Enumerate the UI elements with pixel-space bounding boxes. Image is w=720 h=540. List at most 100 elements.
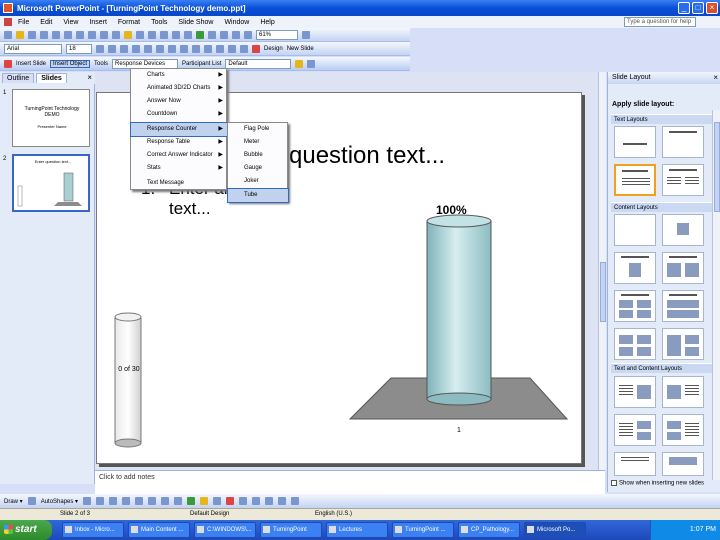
- layout-text-two-content[interactable]: [614, 414, 656, 446]
- taskbar-item-powerpoint[interactable]: Microsoft Po...: [524, 522, 586, 538]
- vertical-scrollbar[interactable]: [598, 72, 606, 470]
- redo-icon[interactable]: [160, 30, 168, 39]
- menu-slide-show[interactable]: Slide Show: [178, 19, 213, 26]
- layout-content-over-text[interactable]: [662, 452, 704, 476]
- tab-outline[interactable]: Outline: [2, 73, 35, 83]
- center-icon[interactable]: [156, 44, 164, 53]
- dash-style-icon[interactable]: [252, 497, 261, 505]
- layout-content-text[interactable]: [662, 376, 704, 408]
- chart-icon[interactable]: [196, 30, 204, 39]
- layout-two-column-text[interactable]: [662, 164, 704, 196]
- clipart-icon[interactable]: [174, 497, 183, 505]
- picture-icon[interactable]: [187, 497, 196, 505]
- print-preview-icon[interactable]: [64, 30, 72, 39]
- submenu-item-tube[interactable]: Tube: [227, 188, 289, 203]
- font-color-icon[interactable]: [226, 497, 235, 505]
- close-button[interactable]: ×: [706, 2, 718, 14]
- line-icon[interactable]: [83, 497, 92, 505]
- layout-content-mixed[interactable]: [662, 328, 704, 360]
- expand-icon[interactable]: [208, 30, 216, 39]
- menu-format[interactable]: Format: [118, 19, 140, 26]
- cut-icon[interactable]: [100, 30, 108, 39]
- document-icon[interactable]: [4, 18, 12, 26]
- menu-item-response-counter[interactable]: Response Counter ▶: [130, 122, 228, 137]
- layout-title-only[interactable]: [662, 126, 704, 158]
- submenu-item-flag-pole[interactable]: Flag Pole: [228, 123, 288, 136]
- shadow-icon[interactable]: [132, 44, 140, 53]
- numbering-icon[interactable]: [180, 44, 188, 53]
- taskbar-item-lectures[interactable]: Lectures: [326, 522, 388, 538]
- tab-slides[interactable]: Slides: [36, 73, 67, 83]
- new-slide-button[interactable]: New Slide: [287, 46, 314, 52]
- reset-icon[interactable]: [307, 59, 316, 68]
- menu-insert[interactable]: Insert: [89, 19, 107, 26]
- menu-item-stats[interactable]: Stats ▶: [131, 162, 227, 175]
- italic-icon[interactable]: [108, 44, 116, 53]
- indent-icon[interactable]: [228, 44, 236, 53]
- email-icon[interactable]: [40, 30, 48, 39]
- layout-two-content[interactable]: [662, 252, 704, 284]
- 3d-style-icon[interactable]: [291, 497, 300, 505]
- menu-help[interactable]: Help: [260, 19, 274, 26]
- help-search-input[interactable]: Type a question for help: [624, 17, 696, 27]
- wordart-icon[interactable]: [148, 497, 157, 505]
- fill-color-icon[interactable]: [200, 497, 209, 505]
- format-painter-icon[interactable]: [136, 30, 144, 39]
- underline-icon[interactable]: [120, 44, 128, 53]
- taskbar-item-pathology[interactable]: CP_Pathology...: [458, 522, 520, 538]
- menu-item-correct-answer-indicator[interactable]: Correct Answer Indicator ▶: [131, 149, 227, 162]
- taskbar-item-windows[interactable]: C:\WINDOWS\...: [194, 522, 256, 538]
- scrollbar-thumb[interactable]: [600, 262, 606, 322]
- open-icon[interactable]: [16, 30, 24, 39]
- line-style-icon[interactable]: [239, 497, 248, 505]
- font-color-icon[interactable]: [252, 44, 260, 53]
- layout-blank[interactable]: [614, 126, 656, 158]
- close-icon[interactable]: ×: [713, 72, 718, 84]
- oval-icon[interactable]: [122, 497, 131, 505]
- print-icon[interactable]: [52, 30, 60, 39]
- grid-icon[interactable]: [232, 30, 240, 39]
- submenu-item-gauge[interactable]: Gauge: [228, 162, 288, 175]
- menu-window[interactable]: Window: [224, 19, 249, 26]
- line-color-icon[interactable]: [213, 497, 222, 505]
- paste-icon[interactable]: [124, 30, 132, 39]
- slide-thumbnail-1[interactable]: TurningPoint Technology DEMO Presenter N…: [12, 89, 90, 147]
- layout-text-over-content[interactable]: [614, 452, 656, 476]
- autoshapes-button[interactable]: AutoShapes ▾: [41, 498, 78, 505]
- task-pane-scrollbar[interactable]: [712, 110, 720, 480]
- design-button[interactable]: Design: [264, 46, 283, 52]
- menu-view[interactable]: View: [63, 19, 78, 26]
- show-when-inserting-checkbox[interactable]: Show when inserting new slides: [611, 480, 704, 487]
- select-objects-icon[interactable]: [27, 497, 36, 505]
- new-icon[interactable]: [4, 30, 12, 39]
- undo-icon[interactable]: [148, 30, 156, 39]
- menu-item-countdown[interactable]: Countdown ▶: [131, 108, 227, 121]
- menu-item-answer-now[interactable]: Answer Now ▶: [131, 95, 227, 108]
- maximize-button[interactable]: □: [692, 2, 704, 14]
- taskbar-item-turningpoint-2[interactable]: TurningPoint ...: [392, 522, 454, 538]
- bullets-icon[interactable]: [192, 44, 200, 53]
- layout-text-content[interactable]: [614, 376, 656, 408]
- question-text[interactable]: question text...: [289, 142, 445, 170]
- turningpoint-icon[interactable]: [4, 59, 12, 68]
- insert-slide-button[interactable]: Insert Slide: [16, 61, 46, 67]
- arrow-style-icon[interactable]: [265, 497, 274, 505]
- menu-edit[interactable]: Edit: [40, 19, 52, 26]
- response-devices-select[interactable]: Response Devices: [112, 58, 179, 69]
- spelling-icon[interactable]: [76, 30, 84, 39]
- taskbar-item-turningpoint[interactable]: TurningPoint: [260, 522, 322, 538]
- outdent-icon[interactable]: [240, 44, 248, 53]
- textbox-icon[interactable]: [135, 497, 144, 505]
- rectangle-icon[interactable]: [109, 497, 118, 505]
- bold-icon[interactable]: [96, 44, 104, 53]
- hyperlink-icon[interactable]: [172, 30, 180, 39]
- search-icon[interactable]: [295, 59, 304, 68]
- menu-item-animated-charts[interactable]: Animated 3D/2D Charts ▶: [131, 82, 227, 95]
- decrease-font-icon[interactable]: [216, 44, 224, 53]
- menu-file[interactable]: File: [18, 19, 29, 26]
- menu-item-text-message[interactable]: Text Message: [131, 177, 227, 190]
- layout-content-over[interactable]: [662, 290, 704, 322]
- save-icon[interactable]: [28, 30, 36, 39]
- font-select[interactable]: Arial: [4, 43, 62, 54]
- notes-pane[interactable]: Click to add notes: [95, 470, 605, 494]
